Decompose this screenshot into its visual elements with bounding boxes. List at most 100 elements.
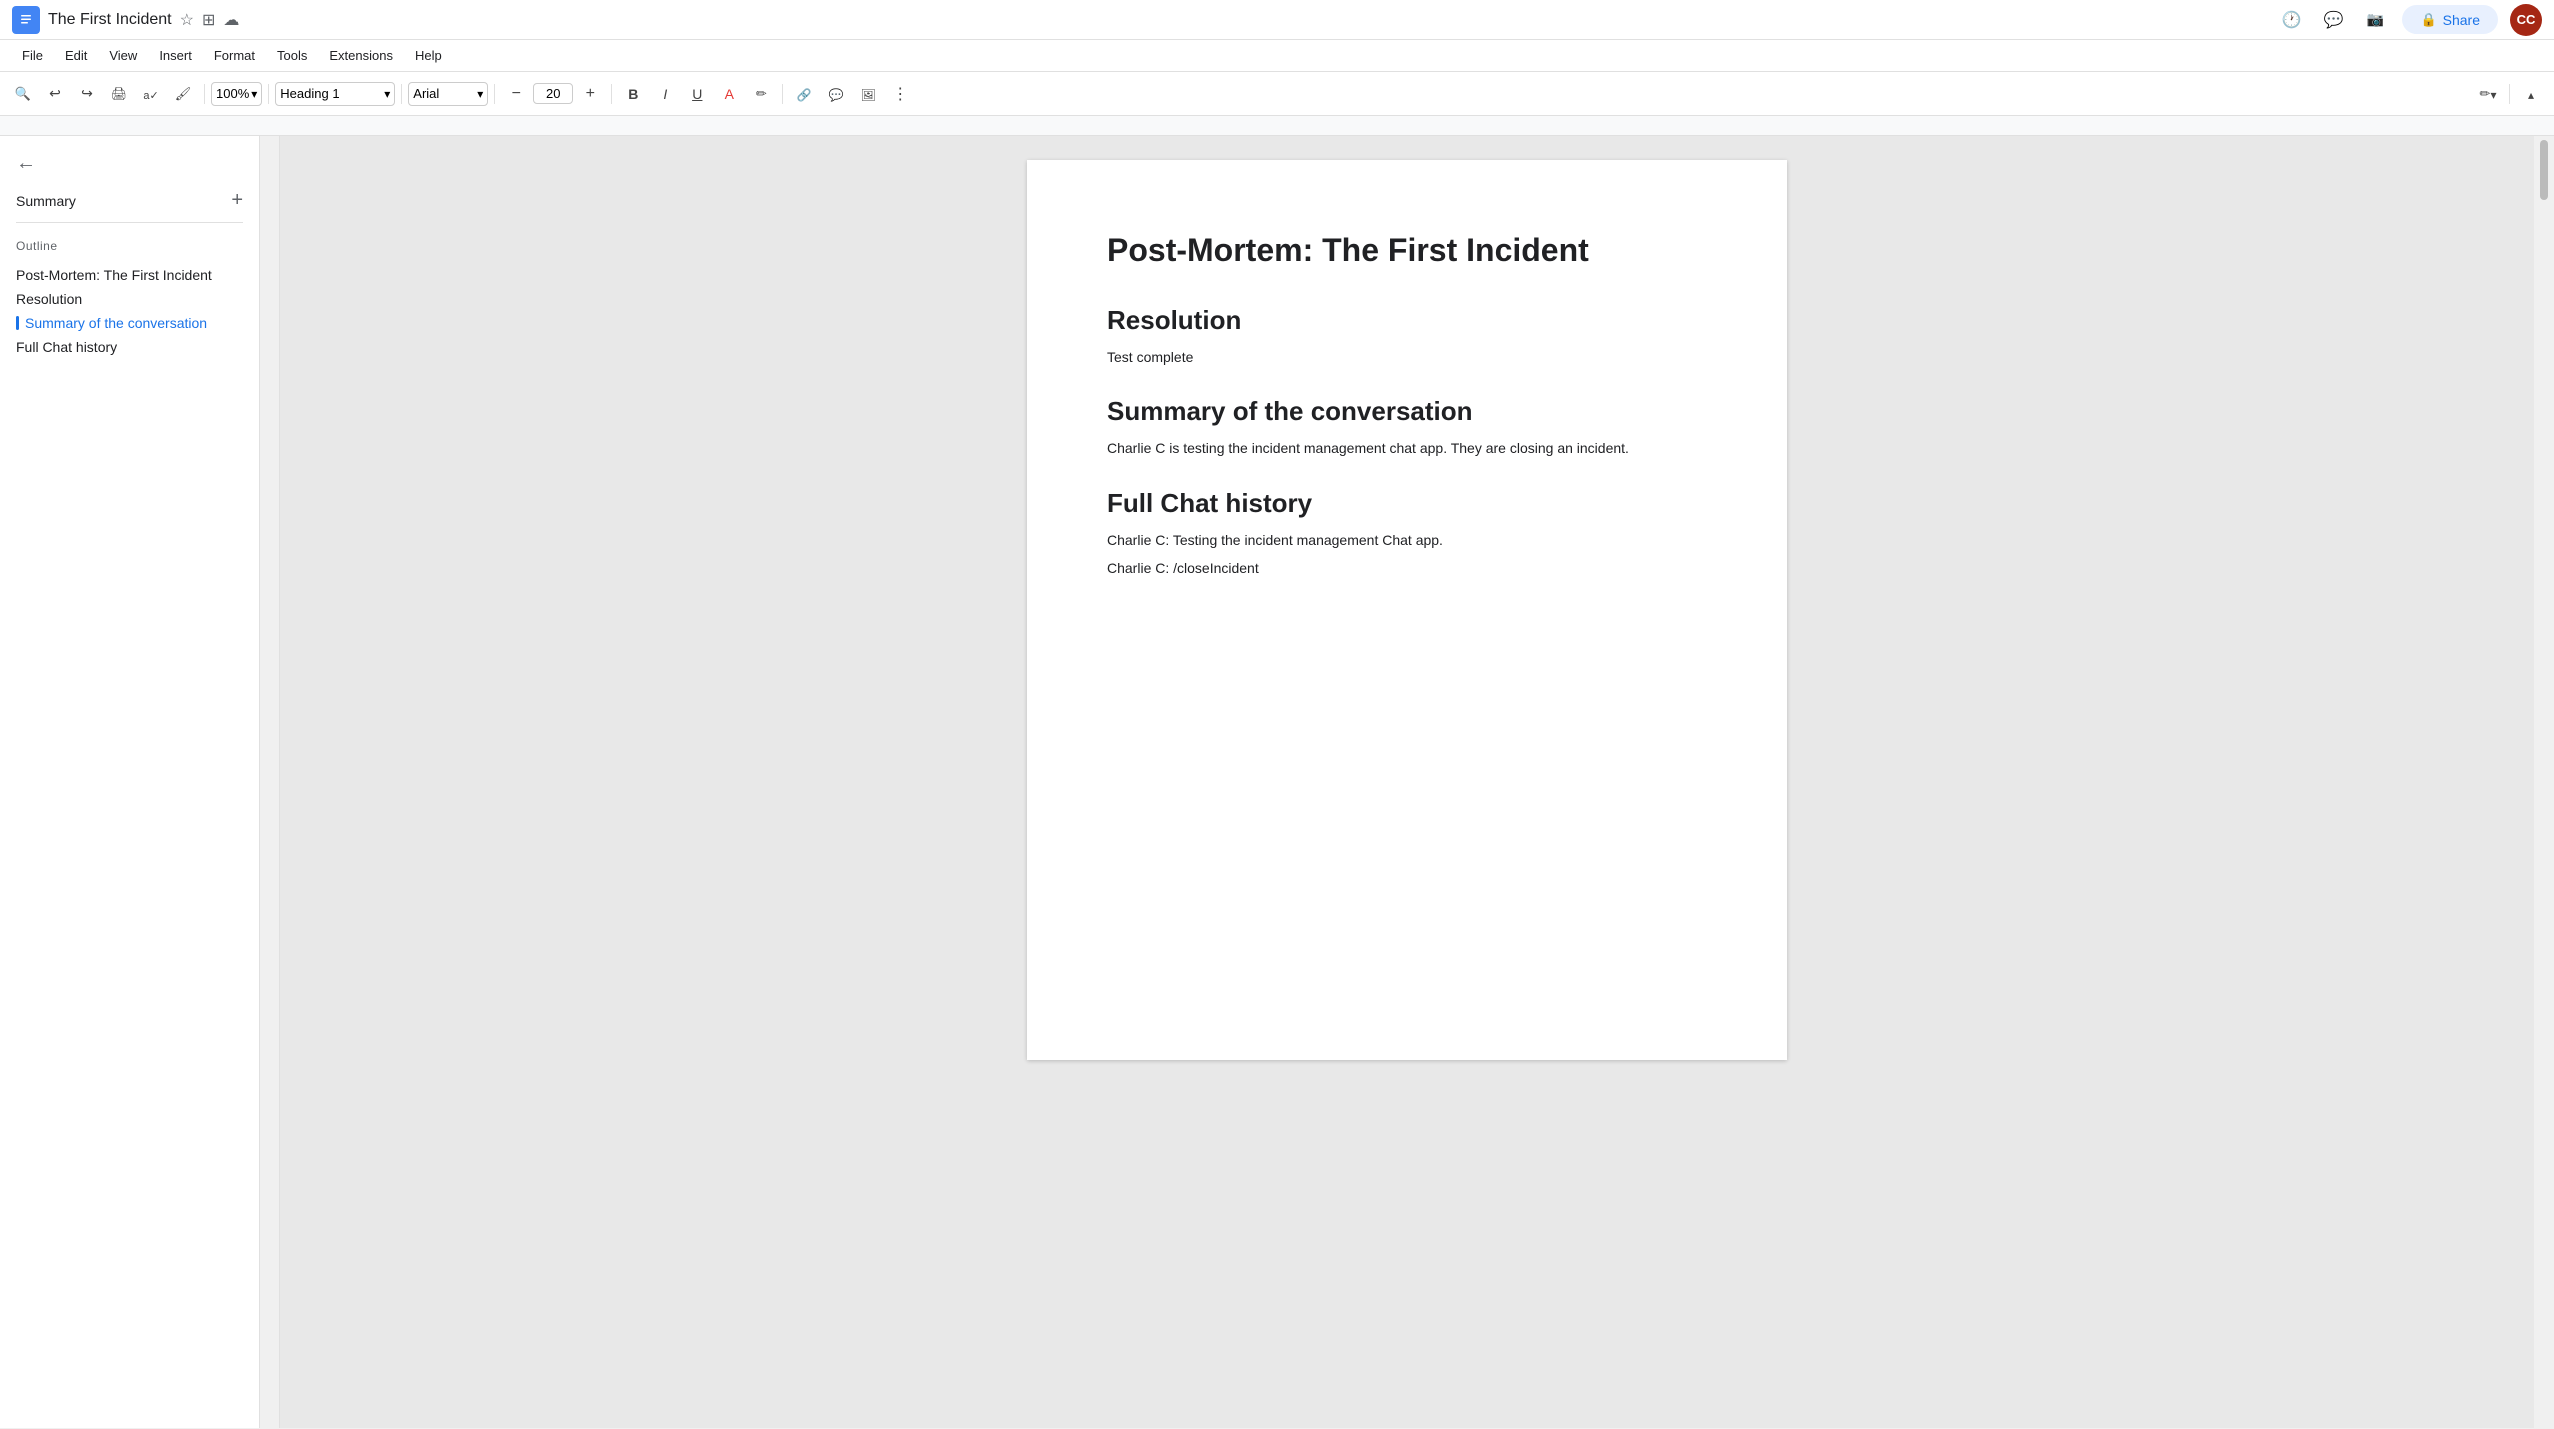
print-icon (111, 85, 128, 102)
undo-button[interactable] (40, 79, 70, 109)
edit-mode-button[interactable] (2473, 79, 2503, 109)
sidebar-section-title: Summary (16, 193, 76, 209)
underline-button[interactable] (682, 79, 712, 109)
main-layout: ← Summary + Outline Post-Mortem: The Fir… (0, 136, 2554, 1428)
meet-button[interactable] (2360, 5, 2390, 35)
paint-icon (175, 85, 192, 102)
left-margin (260, 136, 280, 1428)
outline-item-2[interactable]: Resolution (16, 287, 243, 311)
right-panel (2534, 136, 2554, 1428)
sidebar-divider (16, 222, 243, 223)
italic-icon (663, 86, 667, 102)
highlight-button[interactable] (746, 79, 776, 109)
outline-item-3[interactable]: Summary of the conversation (16, 311, 243, 335)
italic-button[interactable] (650, 79, 680, 109)
toolbar: 100% Heading 1 Arial 20 (0, 72, 2554, 116)
doc-heading-resolution: Resolution (1107, 305, 1707, 336)
sidebar-section-header: Summary + (16, 189, 243, 212)
text-color-button[interactable] (714, 79, 744, 109)
underline-icon (692, 86, 702, 102)
image-icon (861, 86, 876, 102)
ruler (0, 116, 2554, 136)
title-bar: The First Incident ☆ ⊞ ☁ Share CC (0, 0, 2554, 40)
folder-icon[interactable]: ⊞ (202, 10, 215, 30)
avatar[interactable]: CC (2510, 4, 2542, 36)
history-icon (2281, 10, 2301, 30)
menu-help[interactable]: Help (405, 44, 452, 67)
outline-label: Outline (16, 239, 243, 253)
style-value: Heading 1 (280, 86, 382, 101)
print-button[interactable] (104, 79, 134, 109)
sidebar-add-button[interactable]: + (231, 189, 243, 212)
menu-format[interactable]: Format (204, 44, 265, 67)
title-bar-right: Share CC (2276, 4, 2542, 36)
paint-format-button[interactable] (168, 79, 198, 109)
zoom-dropdown-icon (251, 85, 257, 103)
sidebar-back-button[interactable]: ← (16, 152, 243, 175)
search-icon (15, 85, 31, 102)
doc-page: Post-Mortem: The First Incident Resoluti… (1027, 160, 1787, 1060)
menu-edit[interactable]: Edit (55, 44, 97, 67)
toolbar-divider-4 (494, 84, 495, 104)
sidebar: ← Summary + Outline Post-Mortem: The Fir… (0, 136, 260, 1428)
scrollbar-thumb[interactable] (2540, 140, 2548, 200)
toolbar-divider-3 (401, 84, 402, 104)
edit-mode-dropdown-icon (2490, 86, 2496, 102)
toolbar-divider-2 (268, 84, 269, 104)
star-icon[interactable]: ☆ (180, 10, 194, 30)
menu-view[interactable]: View (99, 44, 147, 67)
spellcheck-button[interactable] (136, 79, 166, 109)
search-button[interactable] (8, 79, 38, 109)
doc-body-summary: Charlie C is testing the incident manage… (1107, 437, 1707, 459)
comment-button[interactable] (821, 79, 851, 109)
toolbar-divider-5 (611, 84, 612, 104)
link-button[interactable] (789, 79, 819, 109)
minus-icon (512, 85, 521, 103)
collapse-button[interactable] (2516, 79, 2546, 109)
more-icon (892, 84, 908, 104)
style-select-wrap[interactable]: Heading 1 (275, 82, 395, 106)
toolbar-divider-1 (204, 84, 205, 104)
history-button[interactable] (2276, 5, 2306, 35)
doc-main-title: Post-Mortem: The First Incident (1107, 232, 1707, 269)
bold-button[interactable] (618, 79, 648, 109)
menu-insert[interactable]: Insert (149, 44, 202, 67)
redo-icon (81, 85, 93, 102)
menu-extensions[interactable]: Extensions (319, 44, 403, 67)
outline-item-4[interactable]: Full Chat history (16, 335, 243, 359)
toolbar-divider-6 (782, 84, 783, 104)
pencil-icon (2480, 85, 2491, 102)
menu-tools[interactable]: Tools (267, 44, 317, 67)
doc-area[interactable]: Post-Mortem: The First Incident Resoluti… (280, 136, 2534, 1428)
bold-icon (628, 86, 638, 102)
doc-body-chat-line2: Charlie C: /closeIncident (1107, 557, 1707, 579)
share-label: Share (2443, 12, 2480, 28)
menu-file[interactable]: File (12, 44, 53, 67)
font-size-decrease-button[interactable] (501, 79, 531, 109)
spellcheck-icon (143, 86, 158, 102)
redo-button[interactable] (72, 79, 102, 109)
link-icon (797, 86, 812, 102)
font-size-increase-button[interactable] (575, 79, 605, 109)
zoom-value: 100% (216, 86, 249, 101)
font-dropdown-icon (477, 85, 483, 103)
comments-button[interactable] (2318, 5, 2348, 35)
chat-icon (2323, 10, 2343, 30)
image-button[interactable] (853, 79, 883, 109)
doc-body-chat-line1: Charlie C: Testing the incident manageme… (1107, 529, 1707, 551)
more-options-button[interactable] (885, 79, 915, 109)
font-select-wrap[interactable]: Arial (408, 82, 488, 106)
comment-icon (829, 86, 844, 102)
doc-heading-chat: Full Chat history (1107, 488, 1707, 519)
share-button[interactable]: Share (2402, 5, 2498, 34)
font-size-input[interactable]: 20 (533, 83, 573, 104)
zoom-select-wrap[interactable]: 100% (211, 82, 262, 106)
lock-icon (2420, 11, 2436, 28)
text-color-icon (725, 86, 734, 102)
camera-icon (2367, 11, 2384, 28)
doc-icon (12, 6, 40, 34)
outline-item-1[interactable]: Post-Mortem: The First Incident (16, 263, 243, 287)
plus-icon (586, 85, 595, 103)
font-value: Arial (413, 86, 475, 101)
cloud-icon[interactable]: ☁ (223, 10, 239, 30)
